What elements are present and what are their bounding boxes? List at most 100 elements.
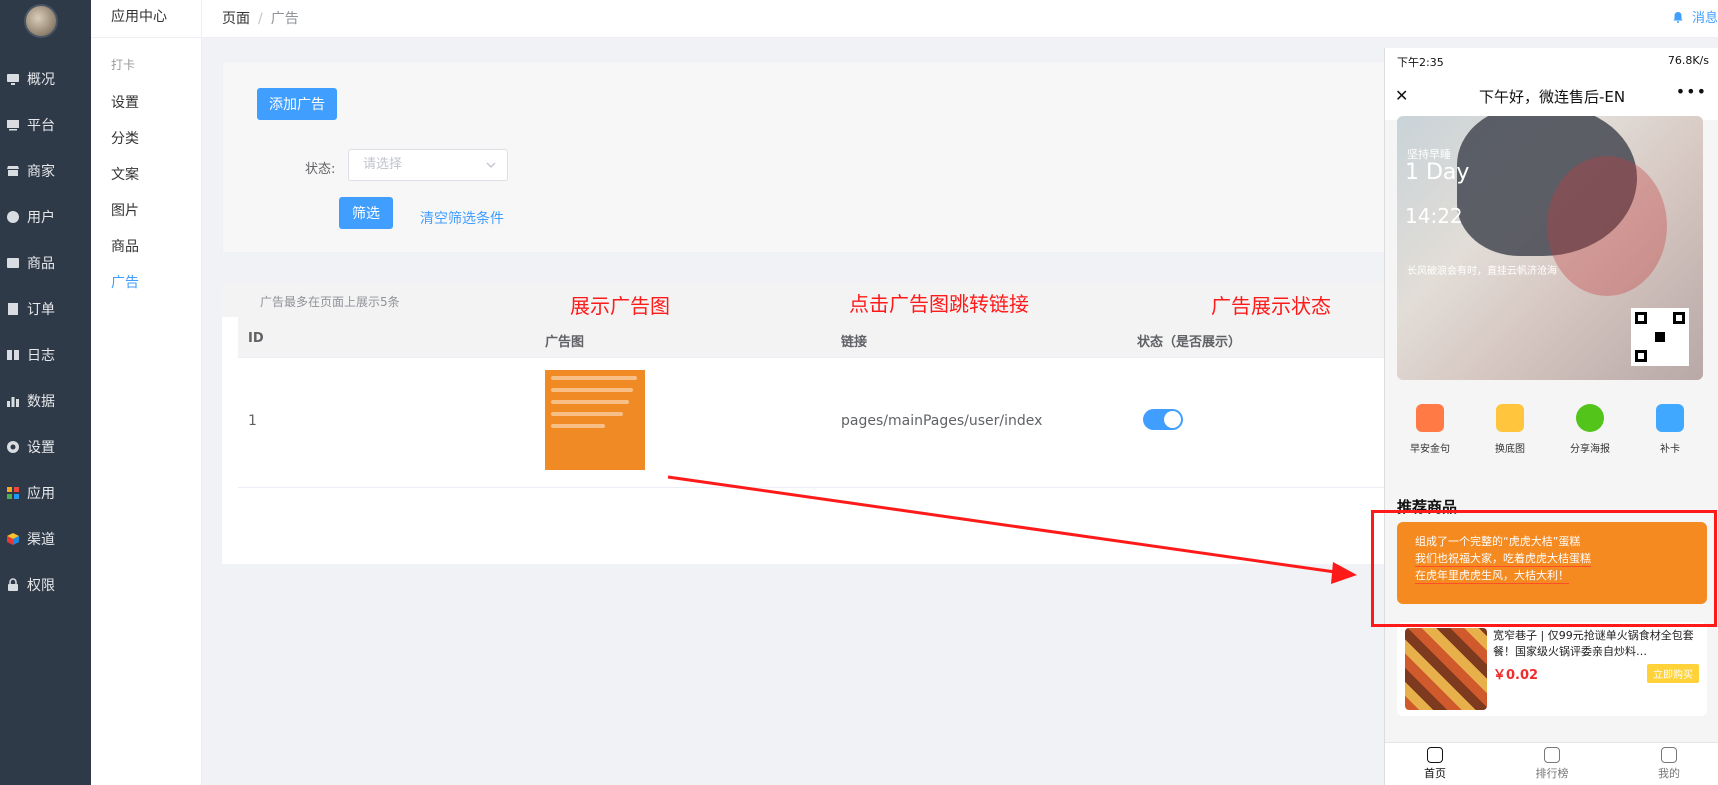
status-toggle[interactable] bbox=[1143, 409, 1183, 430]
sidebar-item-settings[interactable]: 设置 bbox=[0, 424, 91, 470]
message-link[interactable]: 消息 bbox=[1672, 7, 1718, 26]
quick-action-makeup[interactable]: 补卡 bbox=[1635, 404, 1705, 455]
breadcrumb-root[interactable]: 页面 bbox=[222, 11, 250, 27]
filter-button[interactable]: 筛选 bbox=[339, 197, 393, 229]
buy-now-button[interactable]: 立即购买 bbox=[1647, 664, 1699, 683]
phone-status-bar: 下午2:35 76.8K/s bbox=[1385, 48, 1718, 72]
column-header-status[interactable]: 状态（是否展示） bbox=[1137, 331, 1241, 350]
filter-card: 添加广告 状态: 请选择 筛选 清空筛选条件 bbox=[222, 61, 1392, 253]
main-sidebar: 概况 平台 商家 用户 商品 订单 日志 数据 设置 应用 渠道 权限 bbox=[0, 0, 91, 785]
quick-action-background[interactable]: 换底图 bbox=[1475, 404, 1545, 455]
monitor-icon bbox=[6, 72, 20, 86]
sidebar-item-label: 概况 bbox=[27, 72, 55, 88]
sidebar-item-label: 权限 bbox=[27, 578, 55, 594]
log-icon bbox=[6, 348, 20, 362]
tab-label: 首页 bbox=[1424, 767, 1446, 780]
annotation-status: 广告展示状态 bbox=[1211, 294, 1331, 318]
menu-item-products[interactable]: 商品 bbox=[91, 229, 201, 265]
sidebar-item-label: 日志 bbox=[27, 348, 55, 364]
quote-book-icon bbox=[1416, 404, 1444, 432]
image-folder-icon bbox=[1496, 404, 1524, 432]
quick-action-share[interactable]: 分享海报 bbox=[1555, 404, 1625, 455]
menu-item-images[interactable]: 图片 bbox=[91, 193, 201, 229]
column-header-id[interactable]: ID bbox=[248, 331, 264, 346]
order-icon bbox=[6, 302, 20, 316]
sidebar-item-label: 商品 bbox=[27, 256, 55, 272]
app-center-menu: 应用中心 打卡 设置 分类 文案 图片 商品 广告 bbox=[91, 0, 202, 785]
menu-item-ads[interactable]: 广告 bbox=[91, 265, 201, 301]
sidebar-item-label: 平台 bbox=[27, 118, 55, 134]
sidebar-item-merchant[interactable]: 商家 bbox=[0, 148, 91, 194]
sidebar-item-channels[interactable]: 渠道 bbox=[0, 516, 91, 562]
product-card[interactable]: 宽窄巷子 | 仅99元抢谜单火锅食材全包套餐！国家级火锅评委亲自炒料… ￥0.0… bbox=[1397, 622, 1707, 716]
sidebar-item-users[interactable]: 用户 bbox=[0, 194, 91, 240]
status-select[interactable]: 请选择 bbox=[348, 149, 508, 181]
menu-item-copy[interactable]: 文案 bbox=[91, 157, 201, 193]
bell-icon bbox=[1673, 11, 1683, 23]
product-price: ￥0.02 bbox=[1493, 668, 1539, 683]
more-icon[interactable]: ••• bbox=[1676, 82, 1707, 101]
sidebar-item-label: 数据 bbox=[27, 394, 55, 410]
tab-home[interactable]: 首页 bbox=[1395, 747, 1475, 781]
breadcrumb-current: 广告 bbox=[270, 11, 299, 27]
sidebar-item-label: 商家 bbox=[27, 164, 55, 180]
poster-day: 1 Day bbox=[1405, 160, 1470, 185]
sidebar-item-products[interactable]: 商品 bbox=[0, 240, 91, 286]
tab-label: 我的 bbox=[1658, 767, 1680, 780]
sidebar-item-label: 设置 bbox=[27, 440, 55, 456]
sidebar-item-label: 用户 bbox=[27, 210, 55, 226]
chart-icon bbox=[6, 394, 20, 408]
column-header-image[interactable]: 广告图 bbox=[545, 331, 584, 350]
sidebar-item-label: 订单 bbox=[27, 302, 55, 318]
quick-action-label: 补卡 bbox=[1660, 444, 1680, 455]
phone-tab-bar: 首页 排行榜 我的 bbox=[1385, 742, 1718, 785]
sidebar-item-label: 应用 bbox=[27, 486, 55, 502]
row-id: 1 bbox=[248, 413, 257, 429]
sidebar-item-label: 渠道 bbox=[27, 532, 55, 548]
tab-ranking[interactable]: 排行榜 bbox=[1512, 747, 1592, 781]
annotation-image: 展示广告图 bbox=[570, 294, 670, 318]
ads-table: 广告最多在页面上展示5条 ID 广告图 链接 状态（是否展示） 1 pages/… bbox=[222, 282, 1392, 564]
sidebar-item-data[interactable]: 数据 bbox=[0, 378, 91, 424]
product-image bbox=[1405, 628, 1487, 710]
sidebar-item-orders[interactable]: 订单 bbox=[0, 286, 91, 332]
status-select-placeholder: 请选择 bbox=[363, 157, 403, 172]
annotation-link: 点击广告图跳转链接 bbox=[849, 292, 1029, 316]
menu-title: 应用中心 bbox=[91, 0, 201, 38]
sidebar-item-permissions[interactable]: 权限 bbox=[0, 562, 91, 608]
apps-icon bbox=[6, 486, 20, 500]
desktop-icon bbox=[6, 118, 20, 132]
qr-code-icon bbox=[1631, 308, 1689, 366]
user-icon bbox=[6, 210, 20, 224]
sidebar-item-platform[interactable]: 平台 bbox=[0, 102, 91, 148]
quick-action-label: 换底图 bbox=[1495, 444, 1525, 455]
poster-art-accent bbox=[1547, 156, 1667, 296]
chevron-down-icon bbox=[486, 162, 496, 168]
menu-item-settings[interactable]: 设置 bbox=[91, 85, 201, 121]
phone-network-speed: 76.8K/s bbox=[1667, 54, 1709, 67]
share-poster-icon bbox=[1576, 404, 1604, 432]
tab-mine[interactable]: 我的 bbox=[1629, 747, 1709, 781]
box-icon bbox=[6, 256, 20, 270]
sidebar-item-apps[interactable]: 应用 bbox=[0, 470, 91, 516]
sidebar-nav: 概况 平台 商家 用户 商品 订单 日志 数据 设置 应用 渠道 权限 bbox=[0, 56, 91, 608]
menu-item-categories[interactable]: 分类 bbox=[91, 121, 201, 157]
poster-clock: 14:22 bbox=[1405, 204, 1463, 228]
product-name: 宽窄巷子 | 仅99元抢谜单火锅食材全包套餐！国家级火锅评委亲自炒料… bbox=[1493, 629, 1694, 658]
gear-icon bbox=[6, 440, 20, 454]
sidebar-item-logs[interactable]: 日志 bbox=[0, 332, 91, 378]
avatar[interactable] bbox=[24, 4, 58, 38]
ad-image-thumbnail[interactable] bbox=[545, 370, 645, 470]
sidebar-item-overview[interactable]: 概况 bbox=[0, 56, 91, 102]
status-filter-label: 状态: bbox=[305, 162, 336, 177]
table-header: ID 广告图 链接 状态（是否展示） bbox=[238, 317, 1392, 358]
checkin-poster[interactable]: 坚持早睡 1 Day 14:22 长风破浪会有时，直挂云帆济沧海 bbox=[1397, 116, 1703, 380]
quick-action-quote[interactable]: 早安金句 bbox=[1395, 404, 1465, 455]
column-header-link[interactable]: 链接 bbox=[841, 331, 867, 350]
row-link: pages/mainPages/user/index bbox=[841, 413, 1043, 429]
tab-label: 排行榜 bbox=[1535, 767, 1569, 780]
clear-filters-link[interactable]: 清空筛选条件 bbox=[420, 208, 504, 228]
phone-time: 下午2:35 bbox=[1397, 56, 1444, 69]
add-ad-button[interactable]: 添加广告 bbox=[257, 88, 337, 120]
lock-icon bbox=[6, 578, 20, 592]
